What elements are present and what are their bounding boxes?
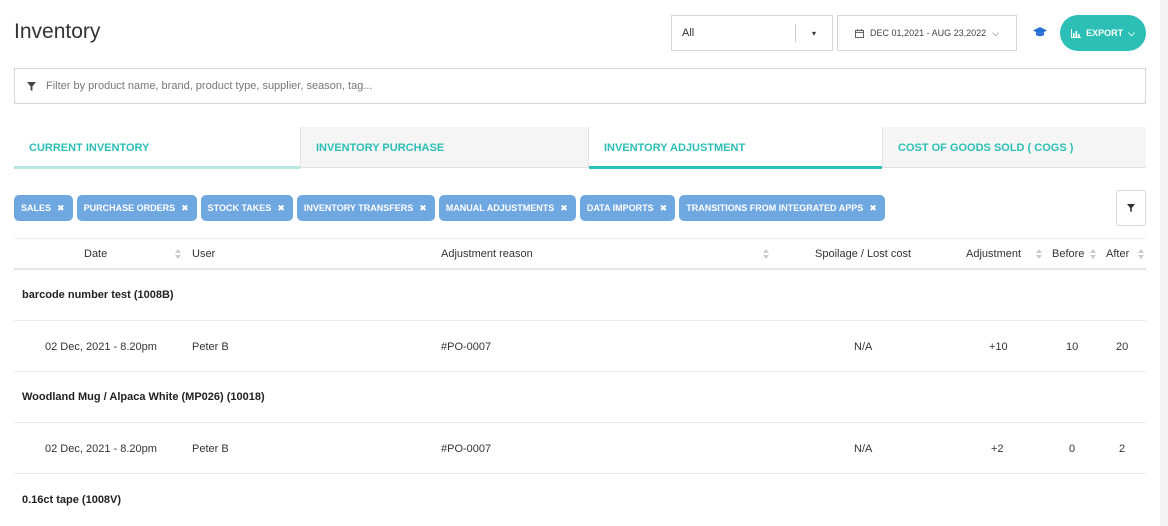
cell-user: Peter B — [192, 340, 229, 353]
cell-user: Peter B — [192, 442, 229, 455]
chevron-down-icon: ⌵ — [992, 27, 999, 38]
header-user[interactable]: User — [192, 239, 215, 269]
chip-sales[interactable]: SALES ✖ — [14, 195, 73, 221]
cell-reason-link[interactable]: #PO-0007 — [441, 321, 491, 372]
chip-inventory-transfers[interactable]: INVENTORY TRANSFERS ✖ — [296, 195, 435, 221]
chip-label: INVENTORY TRANSFERS — [303, 203, 414, 213]
chip-label: PURCHASE ORDERS — [83, 203, 176, 213]
inventory-tabs: CURRENT INVENTORY INVENTORY PURCHASE INV… — [14, 127, 1146, 169]
table-row: 02 Dec, 2021 - 8.20pm Peter B #PO-0007 N… — [14, 423, 1146, 474]
chip-label: MANUAL ADJUSTMENTS — [445, 203, 555, 213]
export-label: EXPORT — [1086, 28, 1124, 38]
location-select-value: All — [682, 27, 695, 39]
location-select[interactable]: All ▾ — [671, 15, 833, 51]
chip-label: STOCK TAKES — [207, 203, 272, 213]
header-before[interactable]: Before — [1052, 239, 1084, 269]
sort-icon[interactable] — [1090, 249, 1096, 259]
scrollbar[interactable] — [1160, 0, 1168, 526]
tab-current-inventory[interactable]: CURRENT INVENTORY — [14, 127, 301, 169]
cell-after: 2 — [1119, 442, 1126, 455]
caret-down-icon[interactable]: ▾ — [796, 29, 832, 38]
product-group-row: 0.16ct tape (1008V) — [22, 493, 122, 506]
cell-date: 02 Dec, 2021 - 8.20pm — [45, 340, 157, 353]
chip-integrated-apps[interactable]: TRANSITIONS FROM INTEGRATED APPS ✖ — [679, 195, 885, 221]
filter-chips: SALES ✖ PURCHASE ORDERS ✖ STOCK TAKES ✖ INV… — [14, 195, 885, 221]
cell-after: 20 — [1116, 340, 1129, 353]
funnel-icon — [27, 81, 36, 91]
chip-label: TRANSITIONS FROM INTEGRATED APPS — [686, 203, 864, 213]
cell-adjustment: +2 — [991, 442, 1004, 455]
remove-icon[interactable]: ✖ — [277, 203, 285, 214]
chip-label: DATA IMPORTS — [586, 203, 654, 213]
filter-placeholder: Filter by product name, brand, product t… — [46, 80, 373, 92]
adjustment-table: Date User Adjustment reason Spoilage / L… — [14, 238, 1146, 525]
remove-icon[interactable]: ✖ — [419, 203, 427, 214]
cell-date: 02 Dec, 2021 - 8.20pm — [45, 442, 157, 455]
table-row: 02 Dec, 2021 - 8.20pm Peter B #PO-0007 N… — [14, 321, 1146, 372]
column-filter-button[interactable] — [1116, 190, 1146, 226]
sort-icon[interactable] — [1036, 249, 1042, 259]
remove-icon[interactable]: ✖ — [869, 203, 877, 214]
graduation-cap-icon[interactable] — [1033, 26, 1047, 38]
cell-reason-link[interactable]: #PO-0007 — [441, 423, 491, 474]
remove-icon[interactable]: ✖ — [57, 203, 65, 214]
chevron-down-icon: ⌵ — [1128, 27, 1135, 38]
sort-icon[interactable] — [175, 249, 181, 259]
remove-icon[interactable]: ✖ — [660, 203, 668, 214]
header-after[interactable]: After — [1106, 239, 1129, 269]
chip-manual-adjustments[interactable]: MANUAL ADJUSTMENTS ✖ — [438, 195, 576, 221]
cell-adjustment: +10 — [989, 340, 1008, 353]
header-spoilage[interactable]: Spoilage / Lost cost — [815, 239, 911, 269]
export-button[interactable]: EXPORT ⌵ — [1060, 15, 1146, 51]
cell-before: 0 — [1069, 442, 1076, 455]
chip-stock-takes[interactable]: STOCK TAKES ✖ — [200, 195, 293, 221]
bar-chart-icon — [1071, 28, 1082, 38]
product-group-row: barcode number test (1008B) — [14, 270, 1146, 321]
cell-spoilage: N/A — [854, 442, 873, 455]
chip-label: SALES — [21, 203, 52, 213]
date-range-label: DEC 01,2021 - AUG 23,2022 — [870, 28, 987, 38]
filter-input[interactable]: Filter by product name, brand, product t… — [14, 68, 1146, 104]
chip-purchase-orders[interactable]: PURCHASE ORDERS ✖ — [76, 195, 197, 221]
cell-before: 10 — [1066, 340, 1079, 353]
funnel-icon — [1127, 204, 1135, 212]
table-header: Date User Adjustment reason Spoilage / L… — [14, 238, 1146, 270]
date-range-button[interactable]: DEC 01,2021 - AUG 23,2022 ⌵ — [837, 15, 1017, 51]
sort-icon[interactable] — [1138, 249, 1144, 259]
header-reason[interactable]: Adjustment reason — [441, 239, 533, 269]
header-date[interactable]: Date — [84, 239, 107, 269]
sort-icon[interactable] — [763, 249, 769, 259]
tab-inventory-adjustment[interactable]: INVENTORY ADJUSTMENT — [589, 127, 883, 169]
page-title: Inventory — [14, 20, 101, 43]
calendar-icon — [855, 28, 865, 38]
remove-icon[interactable]: ✖ — [181, 203, 189, 214]
remove-icon[interactable]: ✖ — [560, 203, 568, 214]
header-adjustment[interactable]: Adjustment — [966, 239, 1021, 269]
cell-spoilage: N/A — [854, 340, 873, 353]
product-group-row: Woodland Mug / Alpaca White (MP026) (100… — [14, 372, 1146, 423]
chip-data-imports[interactable]: DATA IMPORTS ✖ — [579, 195, 676, 221]
tab-cogs[interactable]: COST OF GOODS SOLD ( COGS ) — [883, 127, 1146, 168]
tab-inventory-purchase[interactable]: INVENTORY PURCHASE — [301, 127, 589, 168]
